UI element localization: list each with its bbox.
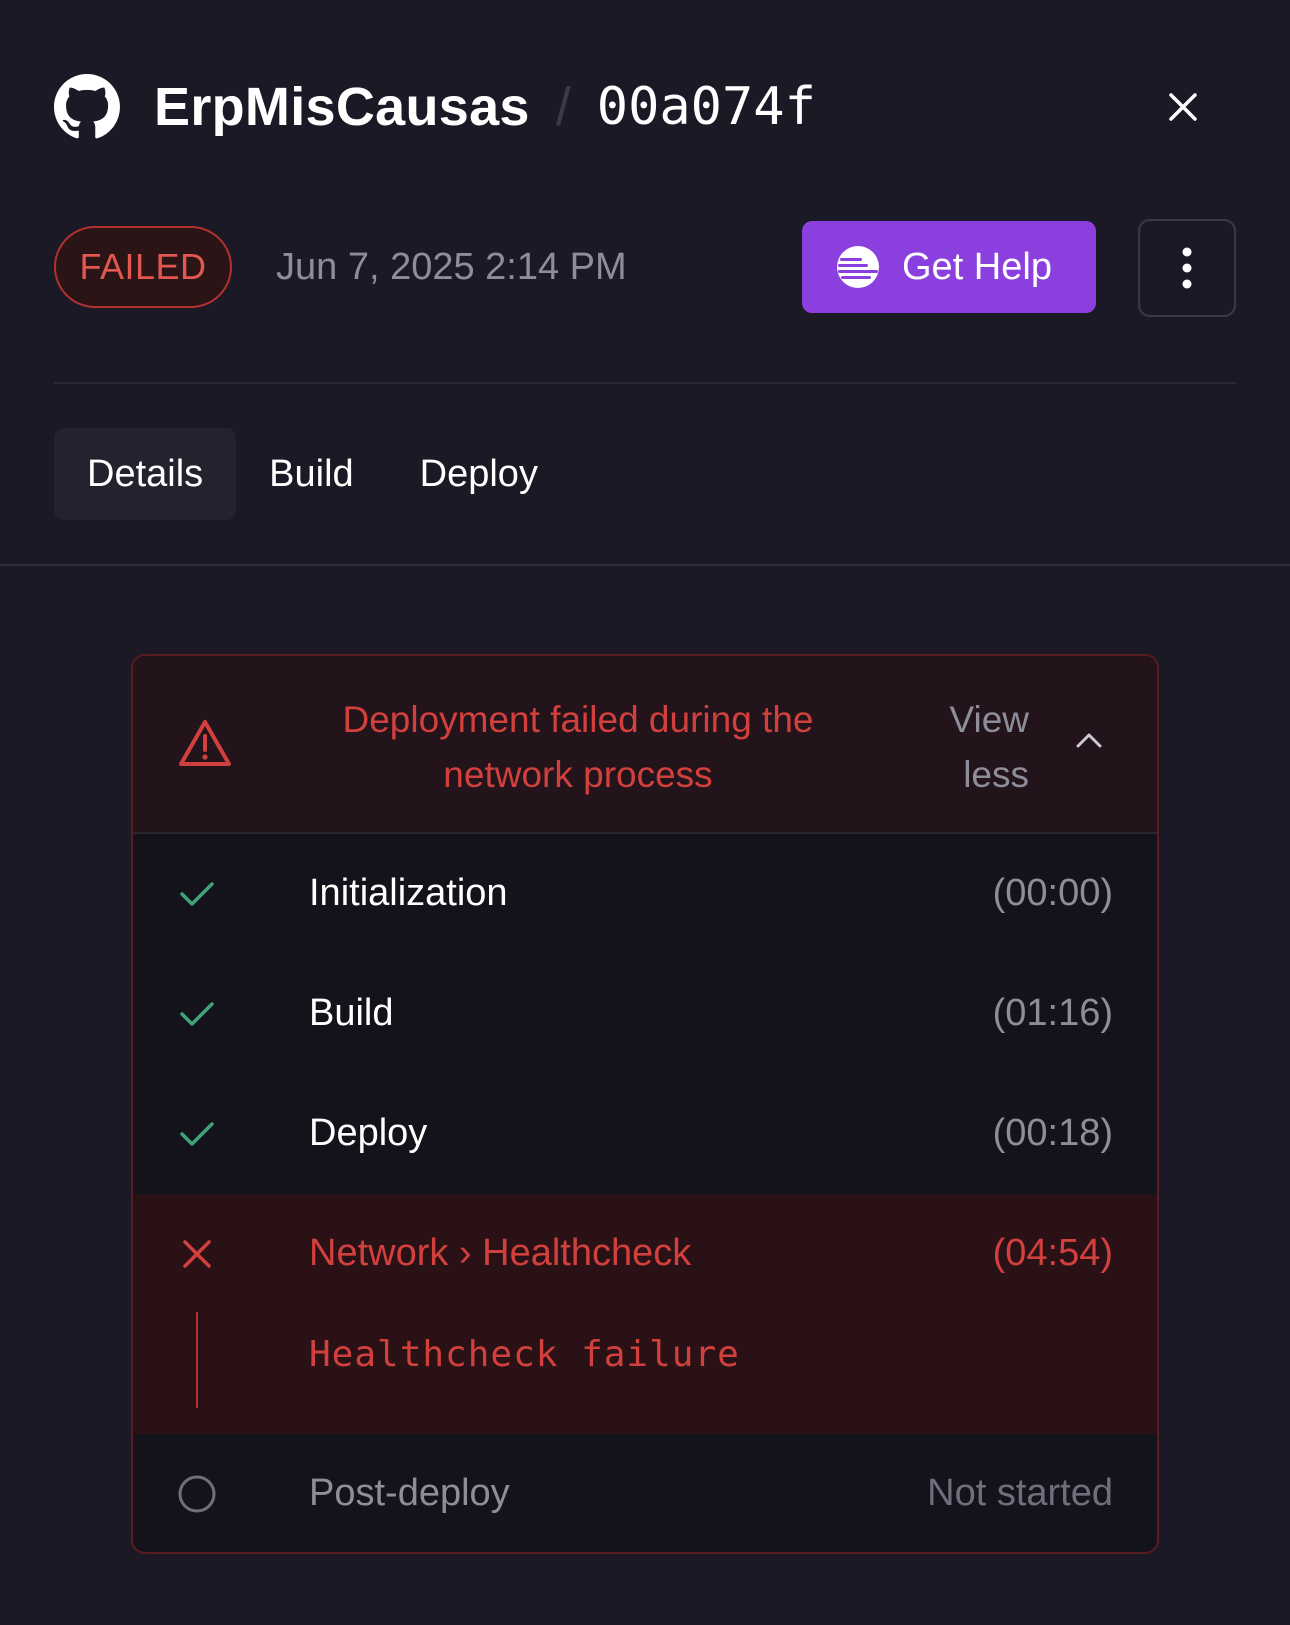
error-message: Healthcheck failure <box>309 1334 740 1375</box>
deployment-timestamp: Jun 7, 2025 2:14 PM <box>276 246 627 288</box>
view-less-toggle[interactable]: View less <box>913 692 1029 802</box>
more-vertical-icon <box>1182 247 1192 289</box>
step-status: Not started <box>927 1472 1113 1514</box>
status-row: FAILED Jun 7, 2025 2:14 PM Get Help <box>54 219 1236 322</box>
step-label: Post-deploy <box>309 1472 510 1514</box>
check-icon <box>177 1114 217 1154</box>
step-network-healthcheck[interactable]: Network › Healthcheck (04:54) Healthchec… <box>133 1194 1157 1434</box>
github-icon <box>54 74 120 140</box>
breadcrumb-separator: / <box>555 77 571 137</box>
check-icon <box>177 874 217 914</box>
repo-name[interactable]: ErpMisCausas <box>154 76 530 138</box>
step-label: Network › Healthcheck <box>309 1232 692 1274</box>
pending-circle-icon <box>177 1474 217 1514</box>
step-post-deploy[interactable]: Post-deploy Not started <box>133 1434 1157 1552</box>
failed-step-row: Network › Healthcheck (04:54) <box>133 1194 1157 1314</box>
header-divider <box>54 382 1236 384</box>
chevron-up-icon[interactable] <box>1075 730 1103 750</box>
x-icon <box>177 1234 217 1274</box>
step-label: Deploy <box>309 1112 428 1154</box>
tab-build[interactable]: Build <box>236 428 387 520</box>
warning-triangle-icon <box>179 720 231 766</box>
get-help-label: Get Help <box>902 245 1052 288</box>
tabs-divider <box>0 564 1290 566</box>
step-duration: (04:54) <box>992 1232 1113 1274</box>
step-initialization[interactable]: Initialization (00:00) <box>133 834 1157 954</box>
step-deploy[interactable]: Deploy (00:18) <box>133 1074 1157 1194</box>
deployment-panel: ErpMisCausas / 00a074f FAILED Jun 7, 202… <box>0 0 1290 1625</box>
deployment-error-card: Deployment failed during the network pro… <box>131 654 1159 1554</box>
tab-details[interactable]: Details <box>54 428 237 520</box>
more-options-button[interactable] <box>1138 219 1236 317</box>
step-build[interactable]: Build (01:16) <box>133 954 1157 1074</box>
step-duration: (01:16) <box>992 992 1113 1034</box>
get-help-button[interactable]: Get Help <box>802 221 1096 313</box>
error-card-header: Deployment failed during the network pro… <box>133 656 1157 834</box>
status-badge: FAILED <box>54 226 232 308</box>
step-label: Build <box>309 992 394 1034</box>
error-indent-bar <box>196 1312 198 1408</box>
close-icon <box>1169 93 1197 121</box>
tab-bar: Details Build Deploy <box>54 428 571 520</box>
error-card-title: Deployment failed during the network pro… <box>342 699 814 795</box>
check-icon <box>177 994 217 1034</box>
commit-hash[interactable]: 00a074f <box>597 77 816 137</box>
panel-header: ErpMisCausas / 00a074f <box>54 72 1236 142</box>
tab-deploy[interactable]: Deploy <box>387 428 571 520</box>
close-button[interactable] <box>1158 82 1208 132</box>
help-bot-icon <box>837 246 879 288</box>
step-label: Initialization <box>309 872 508 914</box>
step-duration: (00:00) <box>992 872 1113 914</box>
step-duration: (00:18) <box>992 1112 1113 1154</box>
